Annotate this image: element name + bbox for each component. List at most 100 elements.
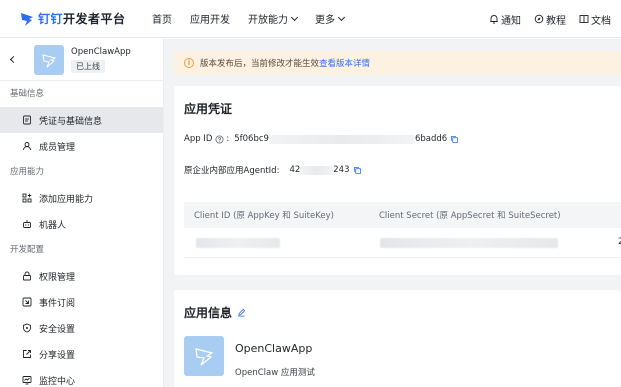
grid-plus-icon: [22, 193, 32, 203]
sidebar-item-robot[interactable]: 机器人: [0, 211, 163, 237]
app-info-title-text: 应用信息: [184, 306, 233, 320]
copy-icon[interactable]: [450, 135, 459, 144]
section-title-capabilities: 应用能力: [10, 167, 45, 177]
notice-text: 版本发布后，当前修改才能生效: [200, 59, 320, 69]
credentials-table-header: Client ID (原 AppKey 和 SuiteKey) Client S…: [184, 202, 621, 228]
app-header: OpenClawApp 已上线: [0, 39, 163, 81]
brand-title-text: 开发者平台: [63, 12, 126, 26]
app-id-colon: :: [226, 134, 230, 144]
app-id-field: App ID : 5f06bc9 6badd6: [184, 134, 459, 144]
sidebar-item-security[interactable]: 安全设置: [0, 315, 163, 341]
nav-more[interactable]: 更多: [315, 11, 346, 26]
chevron-left-icon: [9, 55, 17, 64]
info-icon: i: [184, 58, 194, 68]
sidebar-item-label: 添加应用能力: [39, 194, 94, 205]
app-info-name: OpenClawApp: [235, 342, 313, 355]
app-logo-icon: [42, 53, 57, 67]
back-button[interactable]: [0, 55, 26, 64]
app-id-label: App ID: [184, 134, 213, 144]
top-bar: 钉钉开发者平台 首页 应用开发 开放能力 更多 通知 教程 文档: [0, 0, 621, 38]
brand-title: 钉钉开发者平台: [38, 10, 126, 27]
dingtalk-logo-icon: [21, 12, 33, 26]
tutorial-label: 教程: [546, 15, 566, 27]
sidebar-item-label: 安全设置: [39, 324, 76, 335]
person-icon: [23, 142, 31, 151]
agent-id-value-suffix: 243: [333, 165, 350, 175]
sidebar-item-permissions[interactable]: 权限管理: [0, 263, 163, 289]
app-name: OpenClawApp: [71, 46, 131, 57]
robot-icon: [23, 220, 31, 228]
sidebar: OpenClawApp 已上线 基础信息 凭证与基础信息 成员管理 应用能力 添…: [0, 39, 164, 387]
agent-id-value-prefix: 42: [289, 165, 301, 175]
notifications-link[interactable]: 通知: [489, 12, 521, 27]
app-logo-icon: [195, 348, 214, 366]
app-info-icon: [184, 336, 224, 376]
sidebar-item-label: 机器人: [39, 220, 67, 231]
sidebar-item-share[interactable]: 分享设置: [0, 341, 163, 367]
nav-more-label: 更多: [315, 15, 335, 26]
share-icon: [23, 350, 31, 358]
bell-icon: [490, 15, 498, 24]
docs-link[interactable]: 文档: [579, 12, 611, 27]
redacted-mask: [300, 165, 334, 175]
view-version-details-link[interactable]: 查看版本详情: [319, 57, 370, 69]
app-icon: [34, 44, 64, 75]
client-secret-column-header: Client Secret (原 AppSecret 和 SuiteSecret…: [379, 211, 561, 221]
client-id-column-header: Client ID (原 AppKey 和 SuiteKey): [194, 211, 334, 221]
agent-id-field: 原企业内部应用AgentId: 42 243: [184, 164, 362, 176]
compass-icon: [534, 14, 544, 24]
nav-home-label: 首页: [152, 15, 172, 26]
sidebar-item-add-capability[interactable]: 添加应用能力: [0, 185, 163, 211]
tutorial-link[interactable]: 教程: [534, 12, 566, 27]
nav-home[interactable]: 首页: [152, 11, 172, 26]
event-icon: [22, 297, 32, 307]
agent-id-label: 原企业内部应用AgentId:: [184, 166, 280, 176]
nav-app-dev-label: 应用开发: [190, 15, 230, 26]
app-meta: OpenClawApp 已上线: [71, 47, 131, 73]
status-badge: 已上线: [71, 59, 105, 73]
sidebar-item-credentials[interactable]: 凭证与基础信息: [0, 107, 163, 133]
nav-app-dev[interactable]: 应用开发: [190, 11, 230, 26]
app-info-description: OpenClaw 应用测试: [235, 368, 315, 378]
help-icon[interactable]: [215, 134, 224, 144]
credentials-title: 应用凭证: [184, 102, 233, 116]
copy-icon[interactable]: [353, 166, 362, 175]
table-row: 2: [184, 228, 621, 258]
redacted-mask: [268, 134, 415, 144]
credential-icon: [23, 115, 31, 125]
edit-icon[interactable]: [237, 308, 246, 317]
docs-label: 文档: [591, 15, 611, 27]
shield-icon: [23, 323, 31, 333]
credentials-card: 应用凭证 App ID : 5f06bc9 6badd6 原企业内部应用Agen…: [174, 86, 621, 275]
app-id-value-prefix: 5f06bc9: [234, 134, 269, 144]
sidebar-item-label: 分享设置: [39, 350, 76, 361]
notifications-label: 通知: [501, 15, 521, 27]
sidebar-item-events[interactable]: 事件订阅: [0, 289, 163, 315]
lock-icon: [23, 271, 31, 281]
brand[interactable]: 钉钉开发者平台: [20, 10, 152, 27]
brand-logo-text: 钉钉: [38, 12, 64, 26]
section-title-basic: 基础信息: [10, 89, 45, 99]
chevron-down-icon: [290, 13, 299, 21]
app-id-value-suffix: 6badd6: [414, 134, 448, 144]
sidebar-item-label: 成员管理: [39, 142, 76, 153]
sidebar-item-label: 凭证与基础信息: [39, 116, 103, 127]
sidebar-item-label: 监控中心: [39, 376, 76, 387]
top-links: 通知 教程 文档: [476, 0, 611, 38]
sidebar-item-members[interactable]: 成员管理: [0, 133, 163, 159]
book-icon: [579, 15, 589, 23]
nav-open-capabilities[interactable]: 开放能力: [248, 11, 299, 26]
sidebar-item-label: 事件订阅: [39, 298, 76, 309]
monitor-icon: [22, 376, 32, 385]
notice-banner: i 版本发布后，当前修改才能生效 查看版本详情: [174, 51, 621, 75]
nav-open-capabilities-label: 开放能力: [248, 15, 288, 26]
app-info-title: 应用信息: [184, 304, 246, 321]
redacted-client-id: [196, 238, 280, 248]
app-info-card: 应用信息 OpenClawApp OpenClaw 应用测试: [174, 290, 621, 387]
sidebar-item-monitor[interactable]: 监控中心: [0, 367, 163, 387]
main-content: i 版本发布后，当前修改才能生效 查看版本详情 应用凭证 App ID : 5f…: [164, 39, 621, 387]
section-title-dev-config: 开发配置: [10, 245, 45, 255]
sidebar-item-label: 权限管理: [39, 272, 76, 283]
redacted-client-secret: [380, 238, 558, 248]
main-nav: 首页 应用开发 开放能力 更多: [152, 0, 362, 38]
